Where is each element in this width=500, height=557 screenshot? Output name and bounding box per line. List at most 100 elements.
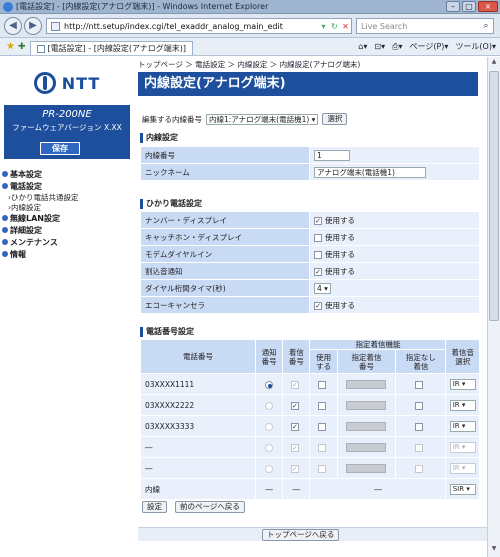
page-menu[interactable]: ページ(P)▾	[410, 41, 449, 52]
notify-radio[interactable]	[265, 380, 274, 389]
sidebar-item-phone[interactable]: 電話設定	[2, 181, 132, 193]
incoming-checkbox: ✓	[290, 464, 299, 473]
incoming-checkbox: ✓	[290, 380, 299, 389]
notify-radio[interactable]	[265, 422, 274, 431]
modem-dialin-checkbox[interactable]	[314, 250, 322, 259]
stop-icon[interactable]: ✕	[340, 22, 351, 31]
sidebar-item-info[interactable]: 情報	[2, 249, 132, 261]
catch-display-checkbox[interactable]	[314, 233, 322, 242]
scroll-down-icon[interactable]: ▼	[489, 545, 499, 556]
ntt-logo: NTT	[4, 63, 130, 103]
designated-use-checkbox[interactable]	[318, 422, 327, 431]
search-placeholder[interactable]: Live Search	[357, 22, 479, 31]
minimize-button[interactable]: –	[446, 1, 460, 12]
page-title: 内線設定(アナログ端末)	[138, 72, 478, 96]
print-icon[interactable]: ⎙▾	[392, 42, 402, 52]
brand-name: NTT	[61, 73, 101, 93]
none-incoming-checkbox[interactable]	[415, 380, 424, 389]
sidebar-item-wireless[interactable]: 無線LAN設定	[2, 213, 132, 225]
ie-icon	[3, 1, 13, 12]
add-favorite-icon[interactable]: ✚	[18, 42, 26, 52]
table-row: ― ✓ IR ▾	[139, 436, 480, 458]
ext-number-input[interactable]: 1	[314, 149, 350, 161]
extension-table: 内線番号 1 ニックネーム アナログ端末(電話機1)	[140, 146, 480, 181]
table-row: 割込音通知 ✓ 使用する	[140, 262, 480, 280]
ring-select[interactable]: IR ▾	[449, 378, 476, 390]
sidebar-item-extension[interactable]: ›内線設定	[2, 203, 132, 213]
dropdown-icon[interactable]: ▾	[318, 22, 329, 31]
side-menu: 基本設定 電話設定 ›ひかり電話共通設定 ›内線設定 無線LAN設定 詳細設定 …	[2, 169, 132, 261]
none-incoming-checkbox[interactable]	[415, 422, 424, 431]
notify-radio[interactable]	[265, 401, 274, 410]
number-display-checkbox[interactable]: ✓	[314, 216, 322, 225]
select-button[interactable]: 選択	[322, 113, 348, 125]
designated-use-checkbox[interactable]	[318, 380, 327, 389]
table-row: 内線 ― ― ― SIR ▾	[139, 478, 480, 500]
window-title-bar: [電話設定] - [内線設定(アナログ端末)] - Windows Intern…	[0, 0, 500, 14]
refresh-icon[interactable]: ↻	[329, 22, 340, 31]
incoming-checkbox[interactable]: ✓	[290, 401, 299, 410]
url-field[interactable]: http://ntt.setup/index.cgi/tel_exaddr_an…	[46, 18, 352, 34]
table-row: ナンバー・ディスプレイ ✓ 使用する	[140, 211, 480, 229]
sidebar: NTT PR-200NE ファームウェアバージョン X.XX 保存 基本設定 電…	[0, 57, 133, 557]
dial-timer-select[interactable]: 4 ▾	[314, 282, 331, 294]
internal-designated: ―	[309, 478, 447, 500]
incoming-checkbox[interactable]: ✓	[290, 422, 299, 431]
address-bar: ◀ ▶ http://ntt.setup/index.cgi/tel_exadd…	[0, 14, 500, 38]
section-hikari: ひかり電話設定	[140, 199, 202, 209]
nickname-input[interactable]: アナログ端末(電話機1)	[314, 166, 426, 178]
table-row: ― ✓ IR ▾	[139, 457, 480, 479]
designated-number-input	[346, 421, 387, 431]
favorites-star-icon[interactable]: ★	[6, 41, 15, 52]
col-number: 電話番号	[139, 339, 257, 374]
interrupt-tone-checkbox[interactable]: ✓	[314, 267, 322, 276]
feeds-icon[interactable]: ⊡▾	[374, 42, 385, 51]
search-icon[interactable]: ⌕	[479, 21, 493, 31]
extension-select[interactable]: 内線1:アナログ端末(電話機1) ▾	[206, 113, 319, 125]
col-designated: 指定着信機能	[309, 339, 447, 350]
hikari-label: エコーキャンセラ	[140, 296, 310, 314]
internal-notify: ―	[255, 478, 284, 500]
top-page-button[interactable]: トップページへ戻る	[262, 529, 340, 541]
vertical-scrollbar[interactable]: ▲ ▼	[487, 57, 500, 557]
sidebar-item-hikari-common[interactable]: ›ひかり電話共通設定	[2, 193, 132, 203]
url-text[interactable]: http://ntt.setup/index.cgi/tel_exaddr_an…	[64, 22, 318, 31]
table-row: ニックネーム アナログ端末(電話機1)	[140, 163, 480, 181]
edit-extension-label: 編集する内線番号	[142, 114, 202, 124]
ring-select[interactable]: IR ▾	[449, 399, 476, 411]
forward-icon[interactable]: ▶	[24, 17, 42, 35]
sidebar-item-maintenance[interactable]: メンテナンス	[2, 237, 132, 249]
back-button[interactable]: 前のページへ戻る	[175, 501, 245, 513]
sidebar-item-basic[interactable]: 基本設定	[2, 169, 132, 181]
section-extension: 内線設定	[140, 133, 178, 143]
sidebar-item-advanced[interactable]: 詳細設定	[2, 225, 132, 237]
ring-select[interactable]: IR ▾	[449, 420, 476, 432]
bullet-icon	[2, 171, 8, 177]
set-button[interactable]: 設定	[142, 501, 167, 513]
none-incoming-checkbox[interactable]	[415, 401, 424, 410]
tools-menu[interactable]: ツール(O)▾	[455, 41, 496, 52]
bullet-icon	[2, 239, 8, 245]
save-button[interactable]: 保存	[40, 142, 80, 155]
close-window-button[interactable]: ×	[478, 1, 498, 12]
phone-number: ―	[139, 457, 257, 479]
scroll-up-icon[interactable]: ▲	[489, 58, 499, 69]
internal-incoming: ―	[282, 478, 311, 500]
firmware-version: ファームウェアバージョン X.XX	[12, 123, 122, 132]
maximize-button[interactable]: □	[462, 1, 476, 12]
hikari-label: 割込音通知	[140, 262, 310, 280]
search-field[interactable]: Live Search ⌕	[356, 18, 494, 34]
echo-canceller-checkbox[interactable]: ✓	[314, 301, 322, 310]
back-icon[interactable]: ◀	[4, 17, 22, 35]
window-title: [電話設定] - [内線設定(アナログ端末)] - Windows Intern…	[16, 2, 269, 11]
internal-ring-select[interactable]: SIR ▾	[449, 483, 476, 495]
browser-tab[interactable]: [電話設定] - [内線設定(アナログ端末)]	[29, 41, 194, 55]
phone-number: 03XXXX1111	[139, 373, 257, 395]
scroll-thumb[interactable]	[489, 71, 499, 321]
col-use: 使用 する	[309, 349, 338, 374]
designated-number-input	[346, 442, 387, 452]
home-icon[interactable]: ⌂▾	[358, 42, 367, 51]
breadcrumb[interactable]: トップページ ＞ 電話設定 ＞ 内線設定 ＞ 内線設定(アナログ端末)	[138, 59, 487, 69]
designated-use-checkbox[interactable]	[318, 401, 327, 410]
col-none-incoming: 指定なし 着信	[395, 349, 447, 374]
